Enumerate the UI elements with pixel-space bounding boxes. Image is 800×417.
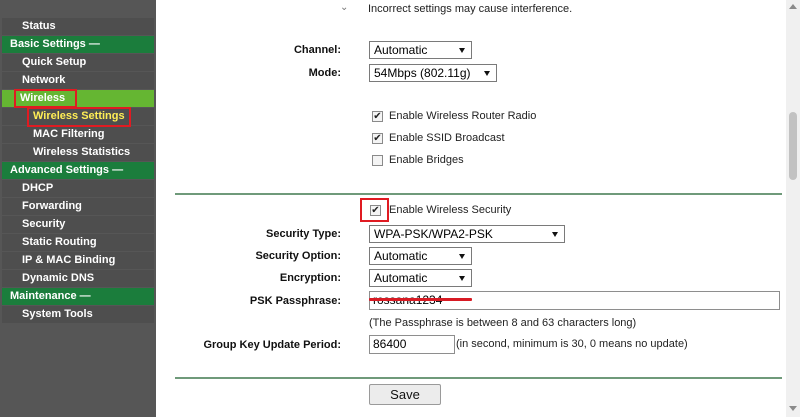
- sidebar-item-quick-setup[interactable]: Quick Setup: [2, 54, 154, 71]
- chevron-down-icon: [459, 254, 465, 259]
- collapse-arrow-icon: ⌄: [340, 2, 349, 13]
- enable-ssid-broadcast-checkbox[interactable]: ✔: [372, 133, 383, 144]
- enable-wireless-security-checkbox[interactable]: ✔: [370, 205, 381, 216]
- sidebar-item-static-routing[interactable]: Static Routing: [2, 234, 154, 251]
- sidebar-section-maintenance[interactable]: Maintenance —: [2, 288, 154, 305]
- interference-warning: Incorrect settings may cause interferenc…: [368, 3, 573, 15]
- enable-bridges-checkbox[interactable]: [372, 155, 383, 166]
- enable-bridges-label: Enable Bridges: [389, 154, 464, 166]
- section-divider: [175, 193, 782, 195]
- group-key-hint: (in second, minimum is 30, 0 means no up…: [456, 338, 688, 350]
- group-key-value: 86400: [373, 337, 407, 351]
- sidebar-item-forwarding[interactable]: Forwarding: [2, 198, 154, 215]
- scroll-down-arrow-icon[interactable]: [789, 406, 797, 411]
- security-option-value: Automatic: [374, 249, 428, 263]
- sidebar-item-network[interactable]: Network: [2, 72, 154, 89]
- encryption-value: Automatic: [374, 271, 428, 285]
- mode-label: Mode:: [308, 67, 341, 79]
- bottom-divider: [175, 377, 782, 379]
- sidebar-item-ip-mac-binding[interactable]: IP & MAC Binding: [2, 252, 154, 269]
- sidebar-item-status[interactable]: Status: [2, 18, 154, 35]
- enable-radio-label: Enable Wireless Router Radio: [389, 110, 537, 122]
- security-type-select[interactable]: WPA-PSK/WPA2-PSK: [369, 225, 565, 243]
- sidebar-item-wireless-statistics[interactable]: Wireless Statistics: [2, 144, 154, 161]
- vertical-scrollbar[interactable]: [786, 0, 800, 417]
- scroll-up-arrow-icon[interactable]: [789, 4, 797, 9]
- encryption-select[interactable]: Automatic: [369, 269, 472, 287]
- chevron-down-icon: [552, 232, 558, 237]
- group-key-input[interactable]: 86400: [369, 335, 455, 354]
- chevron-down-icon: [459, 48, 465, 53]
- passphrase-redaction-mark: [369, 298, 472, 301]
- enable-ssid-broadcast-label: Enable SSID Broadcast: [389, 132, 505, 144]
- psk-passphrase-hint: (The Passphrase is between 8 and 63 char…: [369, 317, 637, 329]
- channel-select[interactable]: Automatic: [369, 41, 472, 59]
- chevron-down-icon: [459, 276, 465, 281]
- sidebar-nav: Status Basic Settings — Quick Setup Netw…: [0, 0, 156, 417]
- group-key-label: Group Key Update Period:: [203, 339, 341, 351]
- security-option-label: Security Option:: [255, 250, 341, 262]
- sidebar-section-basic-settings[interactable]: Basic Settings —: [2, 36, 154, 53]
- save-button[interactable]: Save: [369, 384, 441, 405]
- security-type-value: WPA-PSK/WPA2-PSK: [374, 227, 493, 241]
- chevron-down-icon: [484, 71, 490, 76]
- channel-label: Channel:: [293, 44, 341, 56]
- sidebar-item-system-tools[interactable]: System Tools: [2, 306, 154, 323]
- sidebar-item-mac-filtering[interactable]: MAC Filtering: [2, 126, 154, 143]
- mode-select-value: 54Mbps (802.11g): [374, 66, 471, 80]
- enable-radio-checkbox[interactable]: ✔: [372, 111, 383, 122]
- encryption-label: Encryption:: [279, 272, 341, 284]
- sidebar-section-advanced-settings[interactable]: Advanced Settings —: [2, 162, 154, 179]
- psk-passphrase-label: PSK Passphrase:: [249, 295, 341, 307]
- security-type-label: Security Type:: [266, 228, 341, 240]
- security-option-select[interactable]: Automatic: [369, 247, 472, 265]
- sidebar-item-dynamic-dns[interactable]: Dynamic DNS: [2, 270, 154, 287]
- channel-select-value: Automatic: [374, 43, 428, 57]
- sidebar-item-dhcp[interactable]: DHCP: [2, 180, 154, 197]
- sidebar-item-security[interactable]: Security: [2, 216, 154, 233]
- scrollbar-thumb[interactable]: [789, 112, 797, 180]
- sidebar-item-wireless[interactable]: Wireless: [2, 90, 154, 107]
- sidebar-item-wireless-settings[interactable]: Wireless Settings: [2, 108, 154, 125]
- enable-wireless-security-label: Enable Wireless Security: [389, 204, 512, 216]
- mode-select[interactable]: 54Mbps (802.11g): [369, 64, 497, 82]
